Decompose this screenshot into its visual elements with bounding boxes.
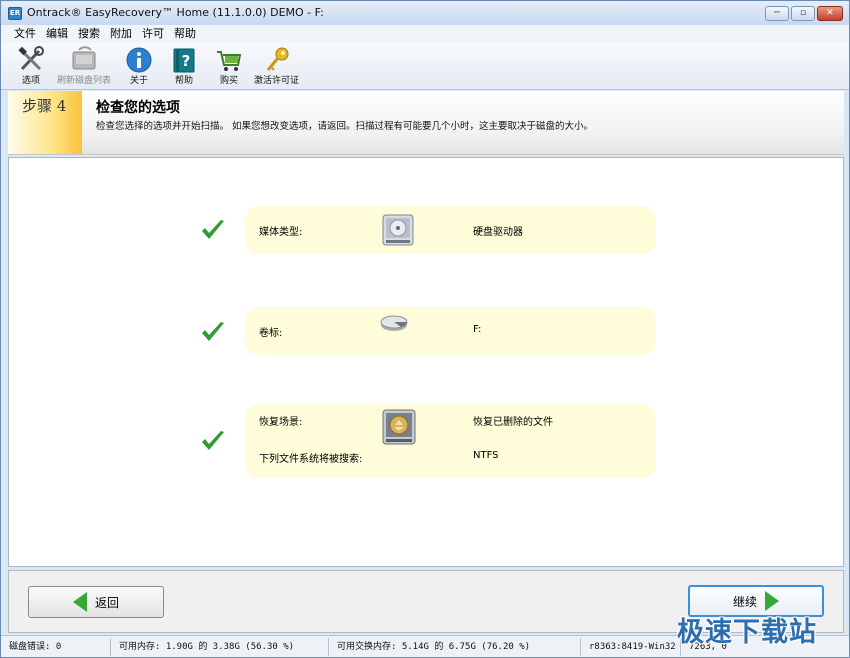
refresh-disk-icon <box>70 46 98 74</box>
options-tool-button[interactable]: 选项 <box>17 46 45 87</box>
recycle-drive-icon <box>381 408 417 449</box>
hard-drive-icon <box>381 213 415 250</box>
media-type-label: 媒体类型: <box>259 227 303 238</box>
file-system-label: 下列文件系统将被搜索: <box>259 454 363 465</box>
about-tool-label: 关于 <box>129 76 148 86</box>
info-icon <box>125 46 153 74</box>
volume-disk-icon <box>379 315 409 336</box>
step-description: 检查您选择的选项并开始扫描。 如果您想改变选项，请返回。扫描过程有可能要几个小时… <box>96 121 594 132</box>
step-number: 步骤 4 <box>22 97 67 115</box>
scenario-label: 恢复场景: <box>259 417 303 428</box>
refresh-disks-tool-label: 刷新磁盘列表 <box>57 76 112 86</box>
check-icon <box>200 320 226 344</box>
menu-search[interactable]: 搜索 <box>73 25 105 43</box>
window-controls: ─ ▫ ✕ <box>765 6 843 21</box>
help-tool-button[interactable]: ? 帮助 <box>170 46 198 87</box>
free-swap-status: 可用交换内存: 5.14G 的 6.75G (76.20 %) <box>329 637 581 656</box>
options-tool-label: 选项 <box>21 76 40 86</box>
back-button[interactable]: 返回 <box>28 586 164 618</box>
refresh-disks-tool-button[interactable]: 刷新磁盘列表 <box>57 46 111 87</box>
key-icon <box>263 46 291 74</box>
maximize-button[interactable]: ▫ <box>791 6 815 21</box>
tools-icon <box>17 46 45 74</box>
continue-button-label: 继续 <box>732 594 757 609</box>
shopping-cart-icon <box>215 46 243 74</box>
volume-value: F: <box>473 324 482 335</box>
check-icon <box>200 218 226 242</box>
menu-edit[interactable]: 编辑 <box>41 25 73 43</box>
activate-license-tool-button[interactable]: 激活许可证 <box>254 46 299 87</box>
about-tool-button[interactable]: 关于 <box>125 46 153 87</box>
build-status: r8363:8419-Win32 <box>581 637 681 656</box>
back-button-label: 返回 <box>94 595 119 610</box>
menu-file[interactable]: 文件 <box>9 25 41 43</box>
menu-addon[interactable]: 附加 <box>105 25 137 43</box>
file-system-value: NTFS <box>473 450 499 461</box>
app-logo-icon: ER <box>8 7 22 20</box>
media-type-card: 媒体类型: 硬盘驱动器 <box>245 206 656 254</box>
scenario-card: 恢复场景: 恢复已删除的文件 下列文件系统将被搜索: NTFS <box>245 404 656 478</box>
app-window: ER Ontrack® EasyRecovery™ Home (11.1.0.0… <box>0 0 850 658</box>
toolbar: 选项 刷新磁盘列表 关于 ? 帮助 购买 激活许可证 <box>1 43 849 90</box>
buy-tool-button[interactable]: 购买 <box>215 46 243 87</box>
menu-license[interactable]: 许可 <box>137 25 169 43</box>
svg-text:?: ? <box>182 52 191 70</box>
help-book-icon: ? <box>170 46 198 74</box>
step-header: 步骤 4 检查您的选项 检查您选择的选项并开始扫描。 如果您想改变选项，请返回。… <box>8 91 844 155</box>
activate-license-tool-label: 激活许可证 <box>254 76 300 86</box>
check-icon <box>200 429 226 453</box>
watermark-logo: 极速下载站 <box>677 617 817 648</box>
media-type-value: 硬盘驱动器 <box>473 227 523 238</box>
review-panel: 媒体类型: 硬盘驱动器 卷标: F: 恢复场景: 恢复已删除的文件 下列文件系统… <box>8 157 844 567</box>
step-badge: 步骤 4 <box>8 91 82 154</box>
minimize-button[interactable]: ─ <box>765 6 789 21</box>
window-title: Ontrack® EasyRecovery™ Home (11.1.0.0) D… <box>27 6 324 19</box>
help-tool-label: 帮助 <box>174 76 193 86</box>
close-button[interactable]: ✕ <box>817 6 843 21</box>
volume-card: 卷标: F: <box>245 307 656 355</box>
free-memory-status: 可用内存: 1.90G 的 3.38G (56.30 %) <box>111 637 329 656</box>
title-bar: ER Ontrack® EasyRecovery™ Home (11.1.0.0… <box>1 1 849 25</box>
scenario-value: 恢复已删除的文件 <box>473 417 553 428</box>
step-title: 检查您的选项 <box>96 100 180 116</box>
buy-tool-label: 购买 <box>219 76 238 86</box>
disk-errors-status: 磁盘错误: 0 <box>1 637 111 656</box>
arrow-right-icon <box>765 591 779 611</box>
menu-help[interactable]: 帮助 <box>169 25 201 43</box>
arrow-left-icon <box>72 592 87 612</box>
menu-bar: 文件 编辑 搜索 附加 许可 帮助 <box>1 25 849 43</box>
volume-label: 卷标: <box>259 328 283 339</box>
